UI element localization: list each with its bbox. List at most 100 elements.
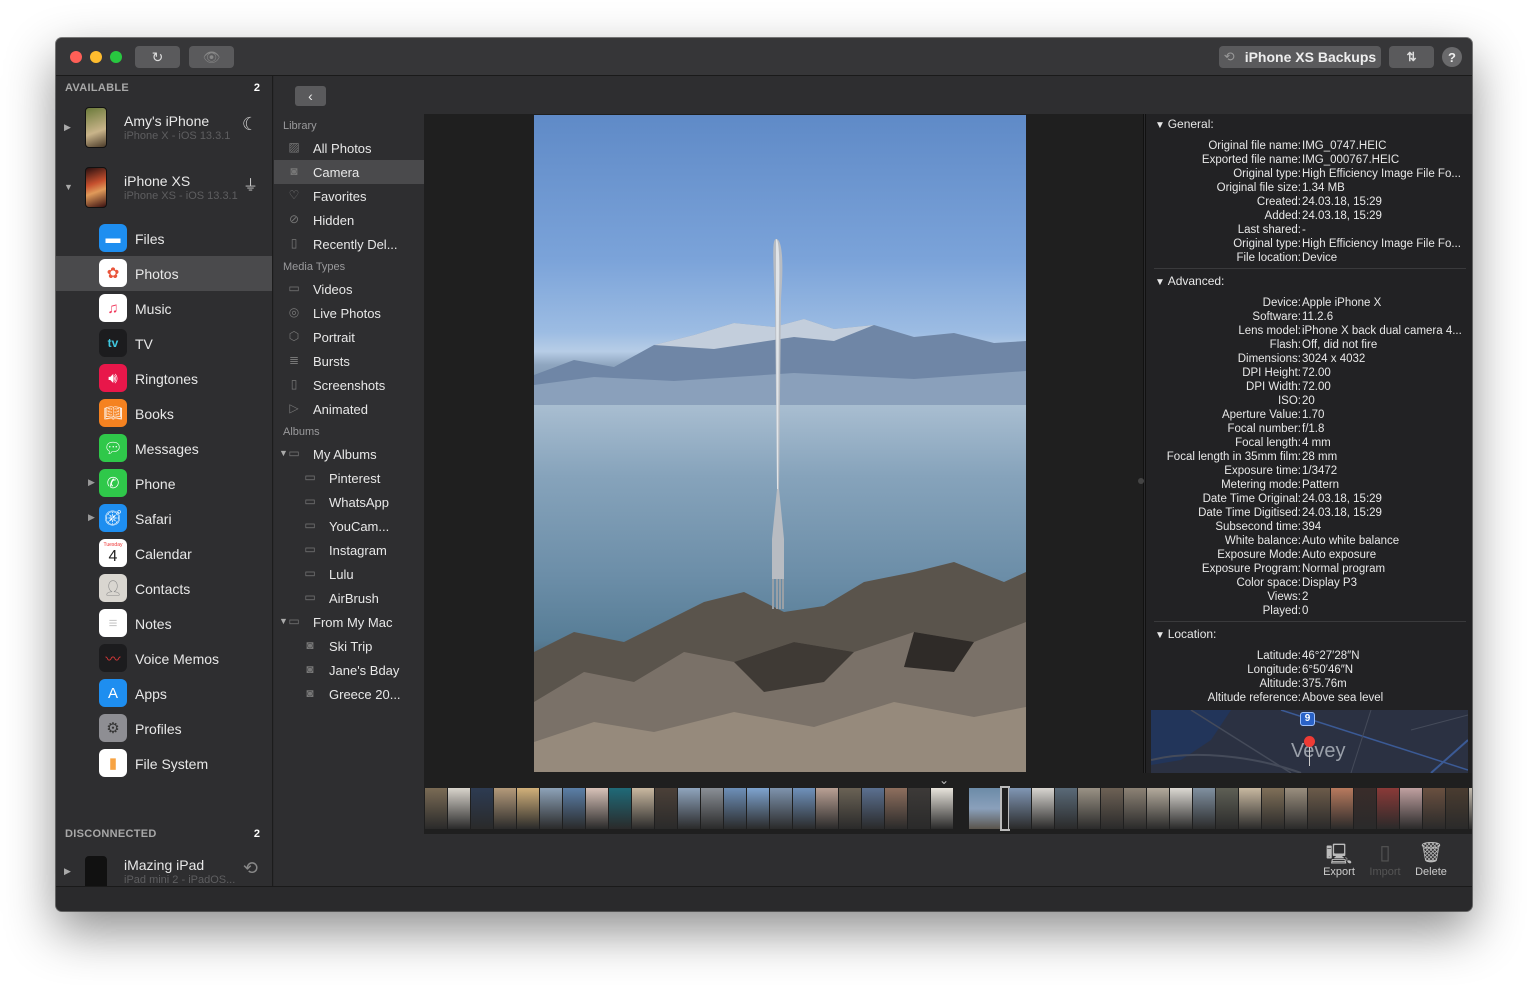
photo-thumbnail[interactable]: [632, 788, 654, 829]
disclosure-down-icon[interactable]: ▼: [1155, 120, 1168, 131]
refresh-button[interactable]: ↻: [135, 46, 180, 68]
photo-thumbnail[interactable]: [1239, 788, 1261, 829]
photo-thumbnail[interactable]: [1009, 788, 1031, 829]
library-item[interactable]: ◎ Live Photos: [274, 301, 424, 325]
transfer-button[interactable]: ⇅: [1389, 46, 1434, 68]
sidebar-item-contacts[interactable]: 👤︎ Contacts: [56, 571, 272, 606]
library-item[interactable]: ◙ Greece 20...: [274, 682, 424, 706]
library-item[interactable]: ▭ YouCam...: [274, 514, 424, 538]
delete-button[interactable]: 🗑︎ Delete: [1408, 840, 1454, 878]
location-map[interactable]: 9 Vevey: [1151, 710, 1468, 773]
photo-thumbnail[interactable]: [678, 788, 700, 829]
photo-thumbnail[interactable]: [931, 788, 953, 829]
photo-thumbnail[interactable]: [885, 788, 907, 829]
photo-thumbnail[interactable]: [425, 788, 447, 829]
export-button[interactable]: 🖳 Export: [1316, 840, 1362, 878]
photo-thumbnail[interactable]: [1400, 788, 1422, 829]
sidebar-item-tv[interactable]: tv TV: [56, 326, 272, 361]
close-window-button[interactable]: [70, 51, 82, 63]
photo-thumbnail[interactable]: [969, 788, 1001, 829]
photo-thumbnail[interactable]: [563, 788, 585, 829]
library-item[interactable]: ▼ ▭ From My Mac: [274, 610, 424, 634]
disclosure-down-icon[interactable]: ▼: [1155, 630, 1168, 641]
photo-thumbnail[interactable]: [793, 788, 815, 829]
library-item[interactable]: ▨ All Photos: [274, 136, 424, 160]
disclosure-right-icon[interactable]: ▶: [64, 866, 71, 877]
photo-thumbnail[interactable]: [908, 788, 930, 829]
disclosure-right-icon[interactable]: ▶: [64, 122, 71, 133]
photo-thumbnail[interactable]: [1101, 788, 1123, 829]
photo-thumbnail[interactable]: [1032, 788, 1054, 829]
photo-thumbnail[interactable]: [655, 788, 677, 829]
photo-thumbnail[interactable]: [1147, 788, 1169, 829]
library-item[interactable]: ♡ Favorites: [274, 184, 424, 208]
photo-thumbnail[interactable]: [1285, 788, 1307, 829]
photo-thumbnail[interactable]: [839, 788, 861, 829]
photo-thumbnail[interactable]: [1055, 788, 1077, 829]
minimize-window-button[interactable]: [90, 51, 102, 63]
photo-thumbnail[interactable]: [494, 788, 516, 829]
library-item[interactable]: ▭ Pinterest: [274, 466, 424, 490]
photo-thumbnail[interactable]: [747, 788, 769, 829]
photo-thumbnail[interactable]: [1216, 788, 1238, 829]
library-item[interactable]: ▷ Animated: [274, 397, 424, 421]
library-item[interactable]: ▭ AirBrush: [274, 586, 424, 610]
library-item[interactable]: ▭ Instagram: [274, 538, 424, 562]
sidebar-item-apps[interactable]: A Apps: [56, 676, 272, 711]
info-panel-divider[interactable]: [1143, 114, 1144, 773]
disclosure-down-icon[interactable]: ▼: [64, 182, 73, 192]
photo-thumbnail[interactable]: [1331, 788, 1353, 829]
photo-thumbnail[interactable]: [862, 788, 884, 829]
back-button[interactable]: ‹: [295, 86, 326, 106]
photo-thumbnail[interactable]: [448, 788, 470, 829]
help-button[interactable]: ?: [1442, 47, 1462, 67]
library-item[interactable]: ◙ Camera: [274, 160, 424, 184]
splitter-handle[interactable]: [1138, 478, 1144, 484]
photo-thumbnail[interactable]: [586, 788, 608, 829]
sidebar-item-books[interactable]: 📖︎ Books: [56, 396, 272, 431]
sidebar-item-files[interactable]: ▬ Files: [56, 221, 272, 256]
sidebar-item-phone[interactable]: ▶ ✆ Phone: [56, 466, 272, 501]
library-item[interactable]: ◙ Ski Trip: [274, 634, 424, 658]
photo-thumbnail[interactable]: [1193, 788, 1215, 829]
sidebar-item-ringtones[interactable]: 🔊︎ Ringtones: [56, 361, 272, 396]
photo-thumbnail[interactable]: [954, 788, 960, 829]
library-item[interactable]: ▭ Videos: [274, 277, 424, 301]
photo-thumbnail[interactable]: [1124, 788, 1146, 829]
sidebar-item-file-system[interactable]: ▮ File System: [56, 746, 272, 781]
location-section-header[interactable]: ▼ Location:: [1155, 627, 1216, 641]
sidebar-item-calendar[interactable]: Tuesday 4 Calendar: [56, 536, 272, 571]
photo-thumbnail[interactable]: [540, 788, 562, 829]
sidebar-item-photos[interactable]: ✿ Photos: [56, 256, 272, 291]
library-item[interactable]: ▭ WhatsApp: [274, 490, 424, 514]
photo-thumbnail[interactable]: [1262, 788, 1284, 829]
photo-thumbnail[interactable]: [471, 788, 493, 829]
photo-thumbnail[interactable]: [701, 788, 723, 829]
library-item[interactable]: ≣ Bursts: [274, 349, 424, 373]
photo-thumbnail[interactable]: [1469, 788, 1472, 829]
photo-thumbnail[interactable]: [1446, 788, 1468, 829]
library-item[interactable]: ◙ Jane's Bday: [274, 658, 424, 682]
backups-button[interactable]: ⟲ iPhone XS Backups: [1219, 46, 1381, 68]
sidebar-item-profiles[interactable]: ⚙ Profiles: [56, 711, 272, 746]
library-item[interactable]: ▯ Recently Del...: [274, 232, 424, 256]
sidebar-item-music[interactable]: ♫ Music: [56, 291, 272, 326]
photo-thumbnail[interactable]: [1308, 788, 1330, 829]
general-section-header[interactable]: ▼ General:: [1155, 117, 1214, 131]
photo-thumbnail[interactable]: [770, 788, 792, 829]
disclosure-right-icon[interactable]: ▶: [88, 512, 95, 523]
photo-thumbnail[interactable]: [1377, 788, 1399, 829]
photo-thumbnail[interactable]: [1354, 788, 1376, 829]
advanced-section-header[interactable]: ▼ Advanced:: [1155, 274, 1224, 288]
library-item[interactable]: ⬡ Portrait: [274, 325, 424, 349]
library-item[interactable]: ▯ Screenshots: [274, 373, 424, 397]
sidebar-item-notes[interactable]: ≡ Notes: [56, 606, 272, 641]
photo-thumbnail[interactable]: [517, 788, 539, 829]
disclosure-right-icon[interactable]: ▶: [88, 477, 95, 488]
sidebar-item-messages[interactable]: 💬︎ Messages: [56, 431, 272, 466]
photo-thumbnail[interactable]: [1170, 788, 1192, 829]
library-item[interactable]: ▭ Lulu: [274, 562, 424, 586]
sidebar-item-safari[interactable]: ▶ 🧭︎ Safari: [56, 501, 272, 536]
disclosure-down-icon[interactable]: ▼: [1155, 277, 1168, 288]
zoom-window-button[interactable]: [110, 51, 122, 63]
